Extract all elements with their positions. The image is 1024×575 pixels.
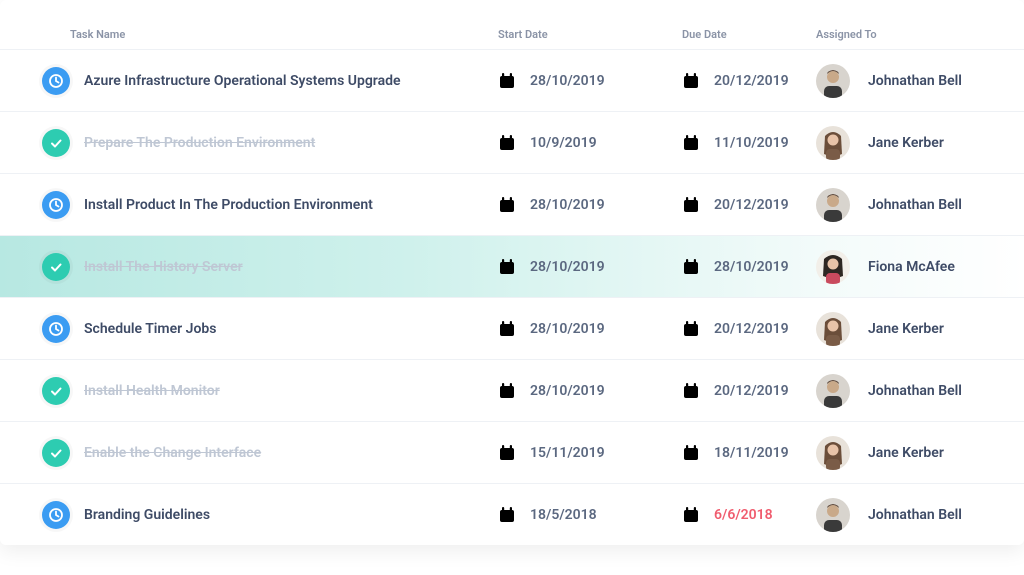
table-row[interactable]: Prepare The Production Environment 10/9/2…	[0, 111, 1024, 173]
assignee-name[interactable]: Jane Kerber	[858, 135, 1024, 151]
arrow-right-icon	[632, 446, 682, 460]
assignee-name[interactable]: Jane Kerber	[858, 445, 1024, 461]
start-date: 28/10/2019	[522, 259, 632, 275]
avatar[interactable]	[816, 498, 850, 532]
calendar-icon	[498, 382, 516, 400]
assignee-name[interactable]: Jane Kerber	[858, 321, 1024, 337]
calendar-icon	[682, 134, 700, 152]
table-body: Azure Infrastructure Operational Systems…	[0, 49, 1024, 545]
avatar[interactable]	[816, 64, 850, 98]
avatar[interactable]	[816, 436, 850, 470]
task-name[interactable]: Azure Infrastructure Operational Systems…	[70, 73, 498, 89]
calendar-icon	[682, 196, 700, 214]
due-date: 6/6/2018	[706, 507, 816, 523]
start-date: 18/5/2018	[522, 507, 632, 523]
col-header-task: Task Name	[70, 28, 498, 41]
task-name[interactable]: Install Health Monitor	[70, 383, 498, 399]
table-row[interactable]: Install Product In The Production Enviro…	[0, 173, 1024, 235]
clock-icon[interactable]	[42, 501, 70, 529]
calendar-icon	[682, 382, 700, 400]
avatar[interactable]	[816, 312, 850, 346]
avatar[interactable]	[816, 126, 850, 160]
arrow-right-icon	[632, 260, 682, 274]
assignee-name[interactable]: Fiona McAfee	[858, 259, 1024, 275]
assignee-name[interactable]: Johnathan Bell	[858, 383, 1024, 399]
calendar-icon	[498, 444, 516, 462]
assignee-name[interactable]: Johnathan Bell	[858, 507, 1024, 523]
arrow-right-icon	[632, 384, 682, 398]
task-name[interactable]: Branding Guidelines	[70, 507, 498, 523]
arrow-right-icon	[632, 74, 682, 88]
start-date: 10/9/2019	[522, 135, 632, 151]
task-name[interactable]: Prepare The Production Environment	[70, 135, 498, 151]
arrow-right-icon	[632, 198, 682, 212]
col-header-due: Due Date	[682, 28, 816, 41]
task-list-card: Task Name Start Date Due Date Assigned T…	[0, 0, 1024, 545]
start-date: 28/10/2019	[522, 197, 632, 213]
avatar[interactable]	[816, 374, 850, 408]
due-date: 20/12/2019	[706, 73, 816, 89]
calendar-icon	[498, 258, 516, 276]
check-icon[interactable]	[42, 253, 70, 281]
task-name[interactable]: Enable the Change Interface	[70, 445, 498, 461]
start-date: 15/11/2019	[522, 445, 632, 461]
arrow-right-icon	[632, 508, 682, 522]
due-date: 28/10/2019	[706, 259, 816, 275]
clock-icon[interactable]	[42, 191, 70, 219]
col-header-assigned: Assigned To	[816, 28, 1024, 41]
table-row[interactable]: Branding Guidelines 18/5/2018 6/6/2018 John…	[0, 483, 1024, 545]
table-header: Task Name Start Date Due Date Assigned T…	[0, 28, 1024, 49]
start-date: 28/10/2019	[522, 321, 632, 337]
due-date: 20/12/2019	[706, 197, 816, 213]
assignee-name[interactable]: Johnathan Bell	[858, 197, 1024, 213]
check-icon[interactable]	[42, 129, 70, 157]
calendar-icon	[498, 72, 516, 90]
calendar-icon	[498, 134, 516, 152]
clock-icon[interactable]	[42, 315, 70, 343]
arrow-right-icon	[632, 322, 682, 336]
calendar-icon	[498, 506, 516, 524]
start-date: 28/10/2019	[522, 383, 632, 399]
start-date: 28/10/2019	[522, 73, 632, 89]
calendar-icon	[682, 258, 700, 276]
table-row[interactable]: Azure Infrastructure Operational Systems…	[0, 49, 1024, 111]
avatar[interactable]	[816, 250, 850, 284]
check-icon[interactable]	[42, 377, 70, 405]
assignee-name[interactable]: Johnathan Bell	[858, 73, 1024, 89]
avatar[interactable]	[816, 188, 850, 222]
calendar-icon	[682, 506, 700, 524]
calendar-icon	[682, 320, 700, 338]
check-icon[interactable]	[42, 439, 70, 467]
clock-icon[interactable]	[42, 67, 70, 95]
calendar-icon	[498, 196, 516, 214]
table-row[interactable]: Enable the Change Interface 15/11/2019 18/…	[0, 421, 1024, 483]
table-row[interactable]: Install Health Monitor 28/10/2019 20/12/20…	[0, 359, 1024, 421]
due-date: 20/12/2019	[706, 383, 816, 399]
due-date: 11/10/2019	[706, 135, 816, 151]
due-date: 20/12/2019	[706, 321, 816, 337]
task-name[interactable]: Install Product In The Production Enviro…	[70, 197, 498, 213]
task-name[interactable]: Install The History Server	[70, 259, 498, 275]
calendar-icon	[682, 444, 700, 462]
due-date: 18/11/2019	[706, 445, 816, 461]
calendar-icon	[498, 320, 516, 338]
calendar-icon	[682, 72, 700, 90]
task-name[interactable]: Schedule Timer Jobs	[70, 321, 498, 337]
table-row[interactable]: Schedule Timer Jobs 28/10/2019 20/12/2019 J…	[0, 297, 1024, 359]
table-row[interactable]: Install The History Server 28/10/2019 28/1…	[0, 235, 1024, 297]
arrow-right-icon	[632, 136, 682, 150]
col-header-start: Start Date	[498, 28, 632, 41]
